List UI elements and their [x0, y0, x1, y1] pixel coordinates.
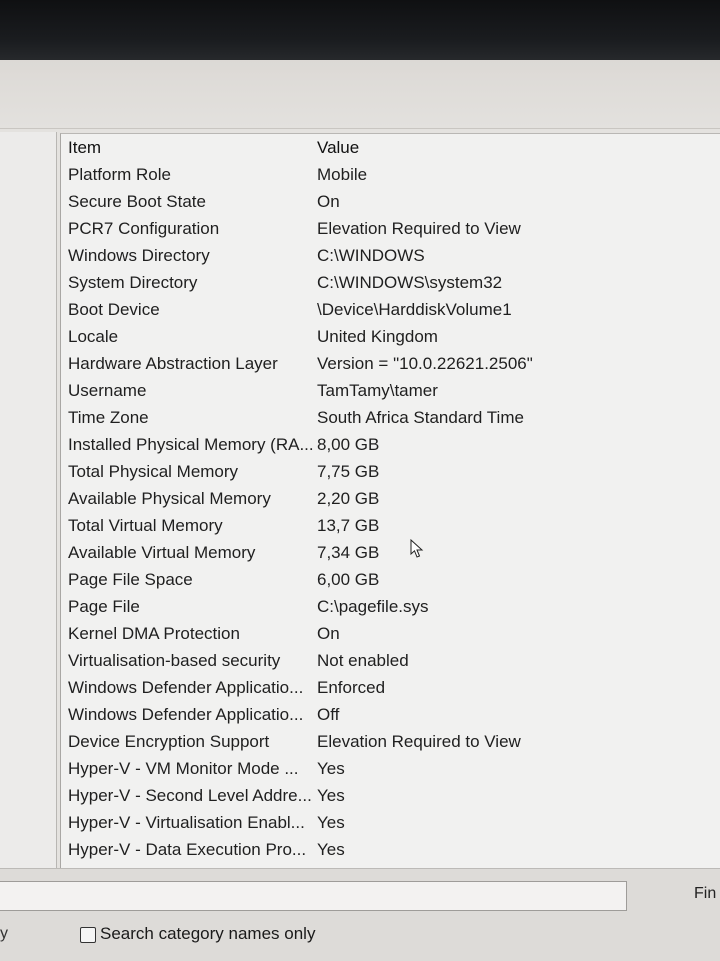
row-item-value: Enforced: [317, 678, 386, 697]
table-row[interactable]: Secure Boot State On: [61, 188, 720, 215]
row-item-value: C:\WINDOWS: [317, 246, 425, 265]
row-item-value: On: [317, 624, 340, 643]
row-item-value: South Africa Standard Time: [317, 408, 524, 427]
table-row[interactable]: Locale United Kingdom: [61, 323, 720, 350]
table-row[interactable]: Available Virtual Memory 7,34 GB: [61, 539, 720, 566]
row-item-name: Page File Space: [68, 570, 193, 589]
category-tree-pane[interactable]: [0, 132, 57, 922]
row-item-value: Off: [317, 705, 340, 724]
row-item-name: Page File: [68, 597, 140, 616]
table-row[interactable]: System Directory C:\WINDOWS\system32: [61, 269, 720, 296]
table-row[interactable]: Windows Directory C:\WINDOWS: [61, 242, 720, 269]
table-row[interactable]: Installed Physical Memory (RA... 8,00 GB: [61, 431, 720, 458]
table-row[interactable]: Total Virtual Memory 13,7 GB: [61, 512, 720, 539]
row-item-value: On: [317, 192, 340, 211]
row-item-name: Installed Physical Memory (RA...: [68, 435, 313, 454]
row-item-name: Boot Device: [68, 300, 160, 319]
row-item-name: Total Virtual Memory: [68, 516, 223, 535]
item-column-header[interactable]: Item: [68, 134, 313, 161]
find-what-input[interactable]: [0, 881, 627, 911]
row-item-value: 8,00 GB: [317, 435, 380, 454]
find-bar: Fin y Search category names only: [0, 868, 720, 961]
row-item-value: C:\pagefile.sys: [317, 597, 429, 616]
table-row[interactable]: Page File C:\pagefile.sys: [61, 593, 720, 620]
row-item-value: \Device\HarddiskVolume1: [317, 300, 512, 319]
row-item-name: Windows Directory: [68, 246, 210, 265]
mouse-pointer-icon: [410, 539, 424, 558]
table-row[interactable]: PCR7 Configuration Elevation Required to …: [61, 215, 720, 242]
row-item-value: Version = "10.0.22621.2506": [317, 354, 533, 373]
list-header-row: Item Value: [61, 134, 720, 161]
row-item-name: Available Physical Memory: [68, 489, 271, 508]
row-item-name: Virtualisation-based security: [68, 651, 281, 670]
table-row[interactable]: Username TamTamy\tamer: [61, 377, 720, 404]
table-row[interactable]: Windows Defender Applicatio... Enforced: [61, 674, 720, 701]
row-item-name: Available Virtual Memory: [68, 543, 256, 562]
table-row[interactable]: Available Physical Memory 2,20 GB: [61, 485, 720, 512]
row-item-value: 13,7 GB: [317, 516, 380, 535]
table-row[interactable]: Time Zone South Africa Standard Time: [61, 404, 720, 431]
row-item-name: Platform Role: [68, 165, 171, 184]
row-item-value: Yes: [317, 759, 345, 778]
row-item-value: 6,00 GB: [317, 570, 380, 589]
row-item-value: 2,20 GB: [317, 489, 380, 508]
value-column-header[interactable]: Value: [317, 134, 359, 161]
row-item-name: Windows Defender Applicatio...: [68, 705, 304, 724]
row-item-name: Kernel DMA Protection: [68, 624, 240, 643]
table-row[interactable]: Kernel DMA Protection On: [61, 620, 720, 647]
window-titlebar: [0, 60, 720, 129]
table-row[interactable]: Hyper-V - Virtualisation Enabl... Yes: [61, 809, 720, 836]
row-item-name: Username: [68, 381, 147, 400]
monitor-bezel: [0, 0, 720, 66]
table-row[interactable]: Platform Role Mobile: [61, 161, 720, 188]
row-item-name: System Directory: [68, 273, 198, 292]
table-row[interactable]: Hyper-V - Data Execution Pro... Yes: [61, 836, 720, 863]
table-row[interactable]: Windows Defender Applicatio... Off: [61, 701, 720, 728]
row-item-name: PCR7 Configuration: [68, 219, 220, 238]
row-item-name: Secure Boot State: [68, 192, 206, 211]
system-summary-list[interactable]: Item Value Platform Role Mobile Secure Boo…: [60, 133, 720, 927]
row-item-name: Total Physical Memory: [68, 462, 239, 481]
search-category-names-label[interactable]: Search category names only: [100, 924, 315, 944]
table-row[interactable]: Virtualisation-based security Not enabled: [61, 647, 720, 674]
row-item-name: Hyper-V - Second Level Addre...: [68, 786, 312, 805]
find-button[interactable]: Fin: [694, 885, 716, 903]
system-information-window: Item Value Platform Role Mobile Secure Boo…: [0, 60, 720, 961]
row-item-name: Locale: [68, 327, 119, 346]
row-item-value: Elevation Required to View: [317, 219, 521, 238]
left-label-fragment: y: [0, 925, 8, 942]
row-item-value: United Kingdom: [317, 327, 438, 346]
table-row[interactable]: Boot Device \Device\HarddiskVolume1: [61, 296, 720, 323]
row-item-value: Not enabled: [317, 651, 409, 670]
row-item-name: Hyper-V - VM Monitor Mode ...: [68, 759, 299, 778]
search-category-names-checkbox[interactable]: [80, 927, 96, 943]
row-item-name: Hyper-V - Data Execution Pro...: [68, 840, 307, 859]
row-item-value: TamTamy\tamer: [317, 381, 438, 400]
row-item-value: Yes: [317, 786, 345, 805]
row-item-value: C:\WINDOWS\system32: [317, 273, 503, 292]
table-row[interactable]: Page File Space 6,00 GB: [61, 566, 720, 593]
table-row[interactable]: Hyper-V - Second Level Addre... Yes: [61, 782, 720, 809]
row-item-name: Hardware Abstraction Layer: [68, 354, 278, 373]
row-item-name: Windows Defender Applicatio...: [68, 678, 304, 697]
row-item-value: Yes: [317, 813, 345, 832]
table-row[interactable]: Hyper-V - VM Monitor Mode ... Yes: [61, 755, 720, 782]
row-item-value: Elevation Required to View: [317, 732, 521, 751]
row-item-value: Mobile: [317, 165, 368, 184]
row-item-value: 7,75 GB: [317, 462, 380, 481]
row-item-name: Device Encryption Support: [68, 732, 270, 751]
row-item-value: 7,34 GB: [317, 543, 380, 562]
row-item-name: Hyper-V - Virtualisation Enabl...: [68, 813, 305, 832]
table-row[interactable]: Total Physical Memory 7,75 GB: [61, 458, 720, 485]
table-row[interactable]: Hardware Abstraction Layer Version = "10.…: [61, 350, 720, 377]
row-item-value: Yes: [317, 840, 345, 859]
table-row[interactable]: Device Encryption Support Elevation Requi…: [61, 728, 720, 755]
row-item-name: Time Zone: [68, 408, 149, 427]
